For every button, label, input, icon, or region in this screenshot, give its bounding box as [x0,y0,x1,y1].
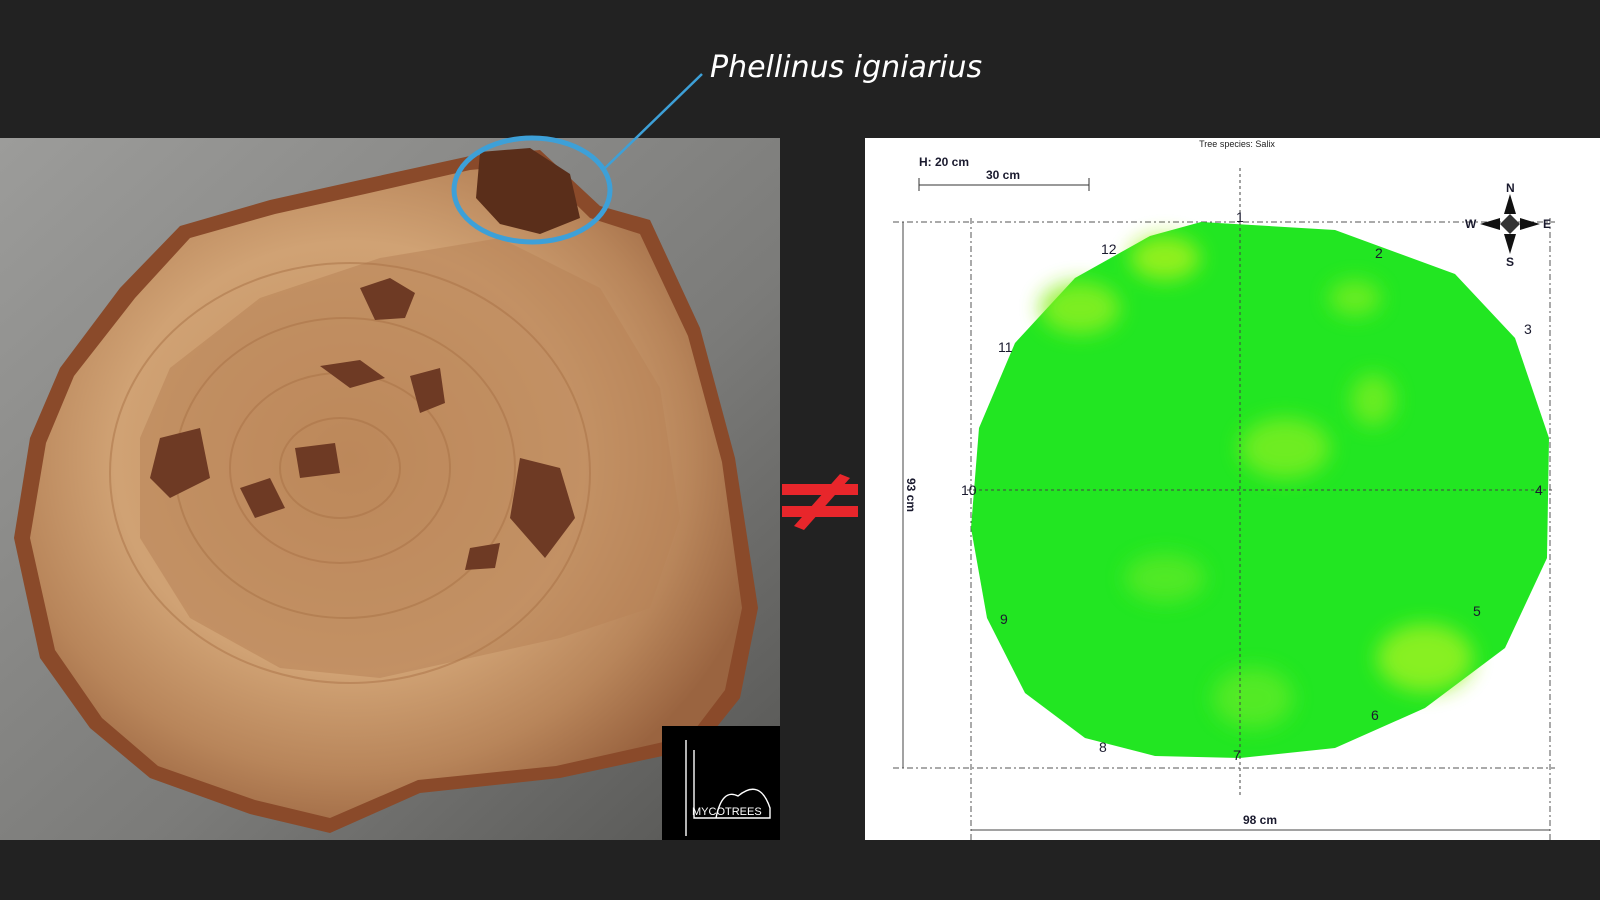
sensor-10: 10 [961,482,977,498]
compass-e: E [1543,217,1551,231]
sensor-4: 4 [1535,482,1543,498]
sensor-11: 11 [998,339,1013,355]
neq-bar-top [782,484,858,495]
tomogram-panel: Tree species: Salix H: 20 cm 30 cm 93 cm… [865,138,1600,840]
neq-slash [794,474,850,530]
not-equal-icon [782,474,858,530]
sensor-2: 2 [1375,245,1383,261]
watermark-text: MYCOTREES [692,806,762,818]
compass-s: S [1506,255,1514,269]
sensor-5: 5 [1473,603,1481,619]
compass-w: W [1465,217,1477,231]
sensor-6: 6 [1371,707,1379,723]
compass-n: N [1506,181,1515,195]
sensor-3: 3 [1524,321,1532,337]
trunk-photo: MYCOTREES [0,138,780,840]
horizontal-dimension: 98 cm [1243,813,1277,827]
vertical-dimension: 93 cm [904,478,918,512]
watermark-box [662,726,780,840]
sensor-8: 8 [1099,739,1107,755]
compass-icon [1480,194,1540,254]
species-caption: Phellinus igniarius [710,50,983,85]
height-label: H: 20 cm [919,155,969,169]
sensor-1: 1 [1236,209,1244,225]
species-label: Tree species: Salix [1199,139,1275,149]
sensor-12: 12 [1101,241,1117,257]
sensor-9: 9 [1000,611,1008,627]
sensor-7: 7 [1233,747,1241,763]
scale-label: 30 cm [986,168,1020,182]
